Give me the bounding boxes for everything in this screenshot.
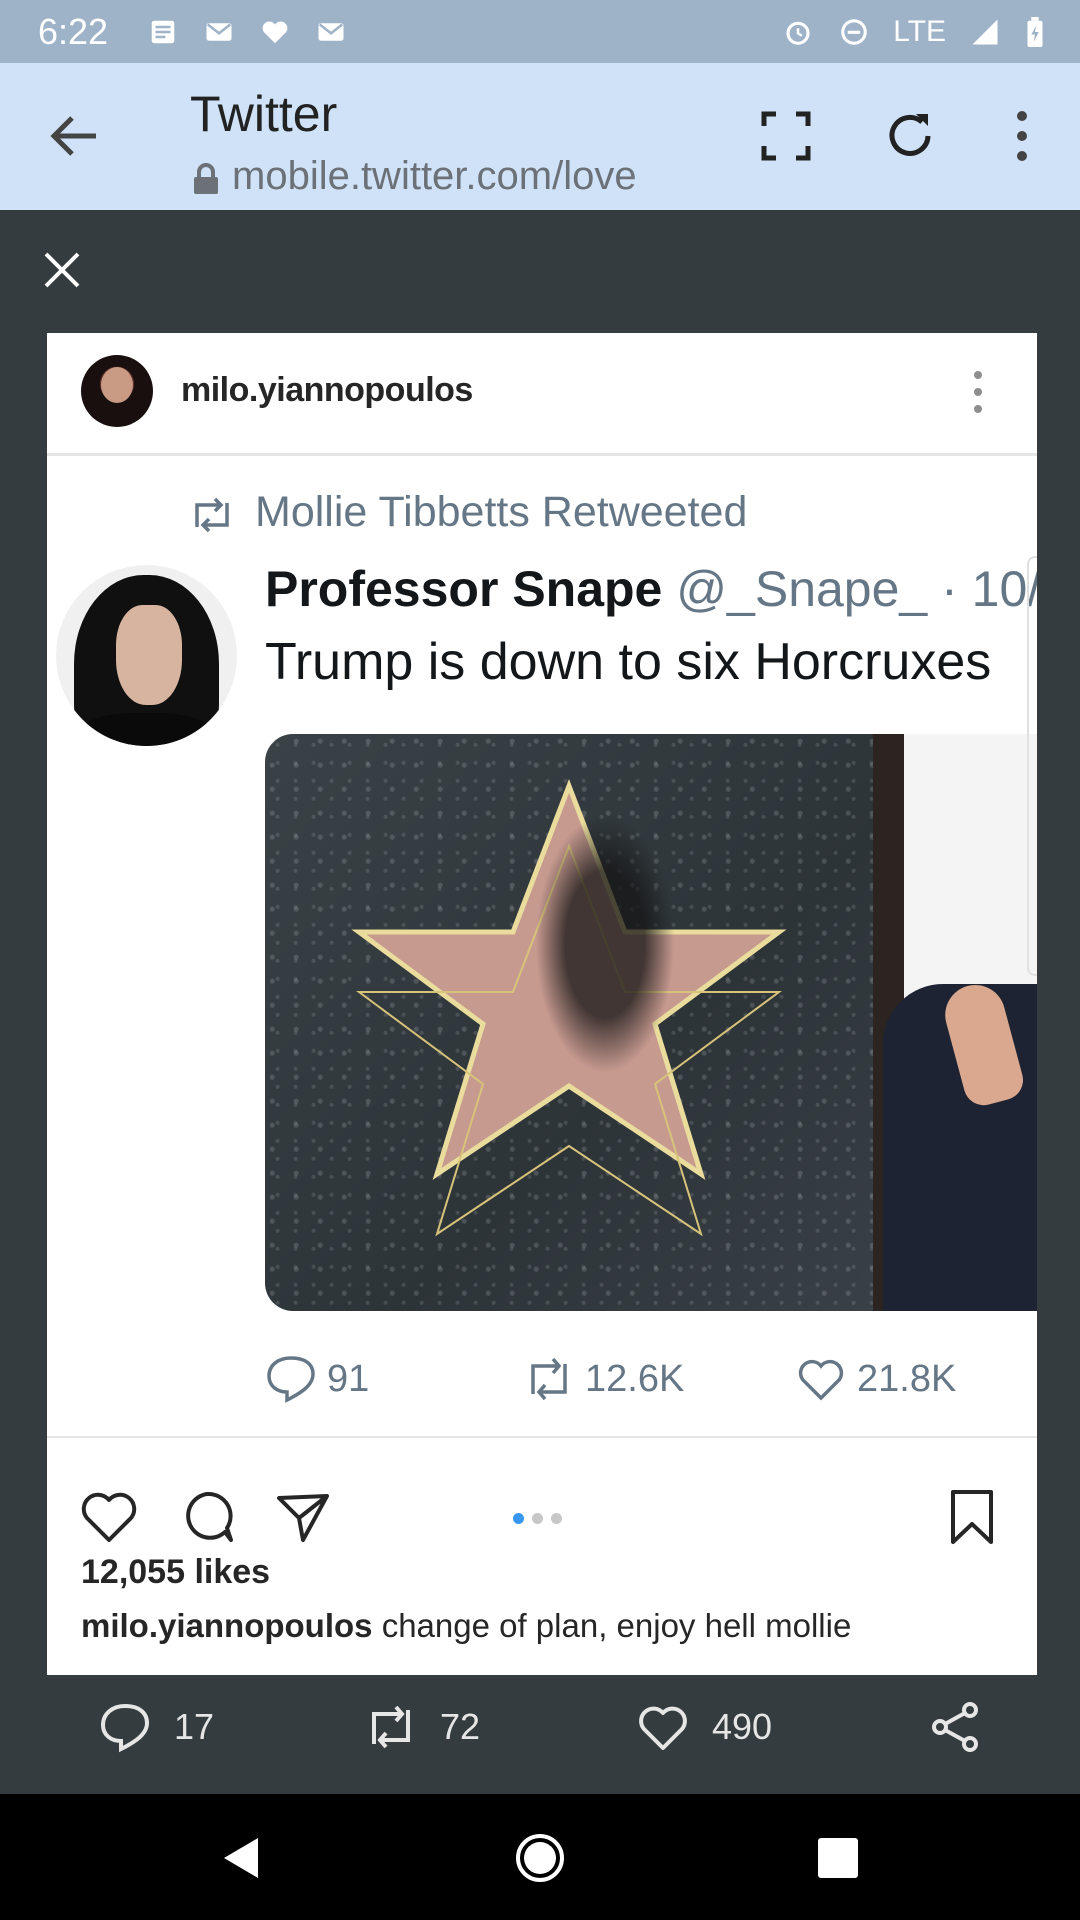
signal-icon xyxy=(968,17,1002,47)
heart-icon xyxy=(258,17,292,47)
nav-back-icon[interactable] xyxy=(214,1832,266,1884)
retweet-button[interactable]: 72 xyxy=(364,1700,480,1754)
post-username[interactable]: milo.yiannopoulos xyxy=(181,371,473,410)
network-type: LTE xyxy=(893,14,946,48)
retweet-icon xyxy=(189,495,235,532)
carousel-dot xyxy=(532,1513,543,1524)
mail-icon xyxy=(314,17,348,47)
reply-icon xyxy=(100,1703,150,1753)
fullscreen-icon[interactable] xyxy=(758,108,814,164)
status-time: 6:22 xyxy=(38,10,109,52)
tweet-image-actions: 91 12.6K 21.8K xyxy=(265,1354,1025,1414)
notes-icon xyxy=(146,17,180,47)
share-icon xyxy=(932,1702,978,1752)
heart-icon xyxy=(639,1706,687,1750)
status-bar: 6:22 LTE xyxy=(0,0,1080,63)
tweet-author: Professor Snape @_Snape_ · 10/ xyxy=(265,560,1037,618)
like-count: 490 xyxy=(712,1706,773,1747)
trump-photo xyxy=(873,734,1037,1311)
retweet-icon xyxy=(531,1357,567,1401)
page-title: Twitter xyxy=(190,86,338,142)
like-count-text[interactable]: 12,055 likes xyxy=(81,1553,270,1592)
battery-icon xyxy=(1024,16,1046,47)
caption-username[interactable]: milo.yiannopoulos xyxy=(81,1607,373,1644)
bookmark-icon[interactable] xyxy=(947,1488,997,1546)
tweet-author-handle: @_Snape_ · 10/ xyxy=(676,561,1037,617)
post-options-icon[interactable] xyxy=(972,369,984,415)
mail-icon xyxy=(202,17,236,47)
avatar[interactable] xyxy=(81,355,153,427)
back-arrow-icon[interactable] xyxy=(44,110,102,162)
post-header: milo.yiannopoulos xyxy=(47,333,1037,453)
overflow-menu-icon[interactable] xyxy=(1010,108,1034,164)
retweet-count: 12.6K xyxy=(523,1354,684,1404)
url-bar[interactable]: mobile.twitter.com/love xyxy=(192,151,682,201)
post-actions xyxy=(47,1463,1037,1563)
tweet-author-name: Professor Snape xyxy=(265,561,663,617)
heart-icon[interactable] xyxy=(79,1488,139,1546)
avatar xyxy=(56,565,237,746)
carousel-dot xyxy=(513,1513,524,1524)
post-caption: milo.yiannopoulos change of plan, enjoy … xyxy=(81,1607,851,1645)
divider xyxy=(47,1436,1037,1438)
browser-toolbar: Twitter mobile.twitter.com/love xyxy=(0,63,1080,210)
lock-icon xyxy=(192,160,220,194)
nav-home-icon[interactable] xyxy=(514,1832,566,1884)
carousel-indicator xyxy=(513,1513,562,1524)
walk-of-fame-star-photo xyxy=(265,734,873,1311)
reload-icon[interactable] xyxy=(882,108,938,164)
instagram-post-card: milo.yiannopoulos Mollie Tibbetts Retwee… xyxy=(47,333,1037,1675)
close-icon[interactable] xyxy=(42,250,82,290)
url-text: mobile.twitter.com/love xyxy=(232,153,637,198)
share-icon[interactable] xyxy=(273,1488,333,1546)
retweet-icon xyxy=(372,1705,410,1749)
nav-recents-icon[interactable] xyxy=(812,1832,864,1884)
caption-text: change of plan, enjoy hell mollie xyxy=(381,1607,852,1644)
alarm-icon xyxy=(781,17,815,47)
retweet-indicator: Mollie Tibbetts Retweeted xyxy=(189,488,747,537)
heart-icon xyxy=(798,1359,844,1401)
retweet-count: 72 xyxy=(440,1706,481,1747)
tweet-text: Trump is down to six Horcruxes xyxy=(265,633,992,691)
tweet-media-image xyxy=(265,734,1037,1311)
tweet-actions: 17 72 490 xyxy=(0,1700,1080,1770)
reply-count: 17 xyxy=(174,1706,215,1747)
like-button[interactable]: 490 xyxy=(636,1700,772,1754)
carousel-dot xyxy=(551,1513,562,1524)
reply-count: 91 xyxy=(265,1354,369,1404)
reply-icon xyxy=(267,1356,315,1403)
like-count: 21.8K xyxy=(795,1354,956,1404)
share-button[interactable] xyxy=(928,1700,982,1754)
do-not-disturb-icon xyxy=(837,17,871,47)
reply-button[interactable]: 17 xyxy=(98,1700,214,1754)
comment-icon[interactable] xyxy=(177,1488,237,1546)
retweet-label: Mollie Tibbetts Retweeted xyxy=(255,488,748,536)
embedded-tweet-image: Mollie Tibbetts Retweeted Professor Snap… xyxy=(47,456,1037,1436)
scroll-indicator xyxy=(1027,556,1037,976)
navigation-bar xyxy=(0,1794,1080,1920)
url-fade xyxy=(630,151,690,201)
